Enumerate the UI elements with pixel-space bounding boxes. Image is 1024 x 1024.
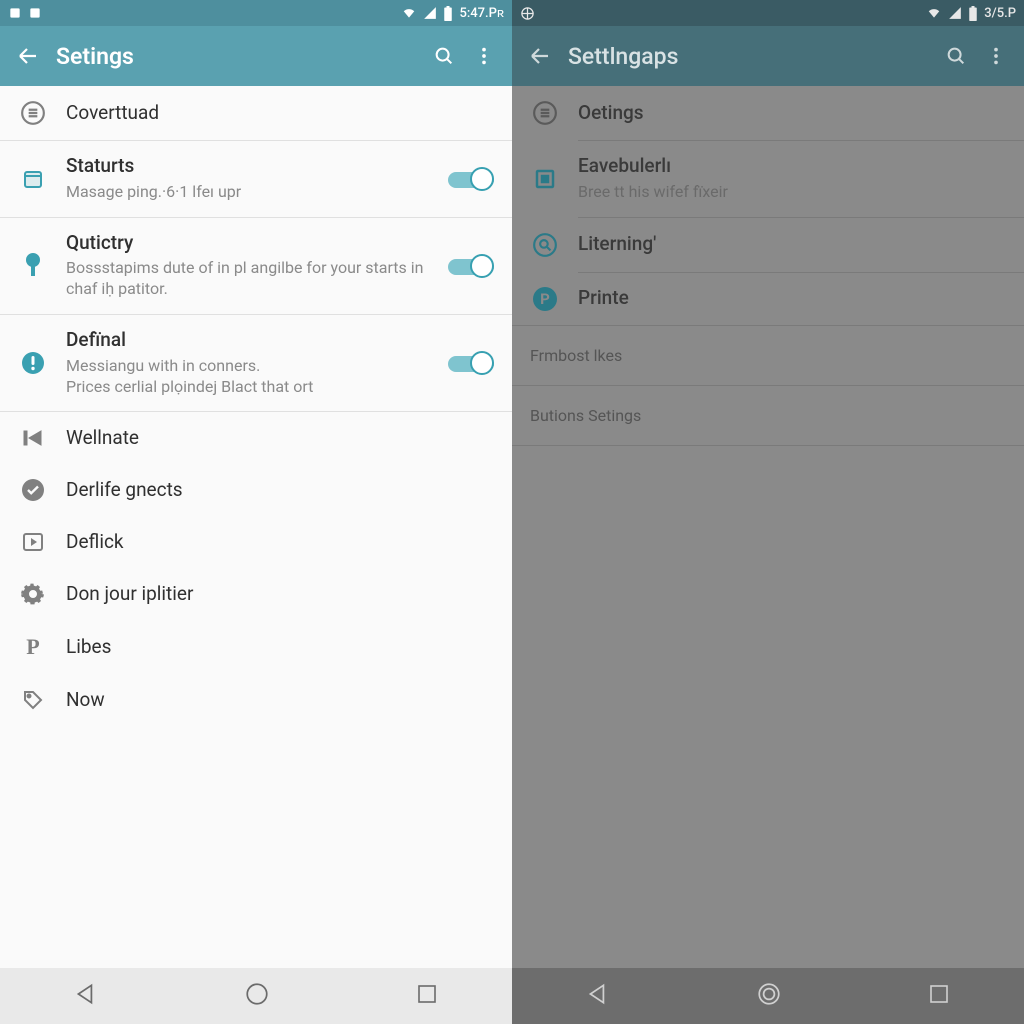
list-item[interactable]: Don jour iplitier [0,568,512,620]
item-title: Libes [66,636,494,659]
item-title: Eavebulerlı [578,155,1006,178]
item-title: Don jour iplitier [66,583,494,606]
item-title: Printe [578,287,1006,310]
settings-list: Coverttuad Staturts Masage ping.·6·1 lfe… [0,86,512,726]
check-circle-icon [21,478,45,502]
nav-back-icon [73,981,99,1007]
overflow-button[interactable] [464,36,504,76]
search-icon [945,45,967,67]
item-desc: Messiangu with in conners. Prices cerlia… [66,356,430,398]
item-title: Staturts [66,155,430,178]
item-title: Coverttuad [66,102,494,125]
nav-home[interactable] [756,981,782,1011]
item-title: Deflick [66,531,494,554]
item-title: Derlife gnects [66,479,494,502]
nav-bar [0,968,512,1024]
gear-icon [21,582,45,606]
list-item[interactable]: Deflick [0,516,512,568]
list-circle-icon [20,100,46,126]
status-time: 3/5.P [984,6,1016,21]
list-item[interactable]: Qutictry Bossstapims dute of in pl angil… [0,218,512,314]
status-time: 5:47.Pʀ [459,5,504,21]
notif-icon-2 [28,6,42,20]
appbar-title: Settlngaps [560,43,936,70]
status-bar: 3/5.P [512,0,1024,26]
list-circle-icon [532,100,558,126]
nav-back[interactable] [585,981,611,1011]
signal-icon [948,6,962,20]
nav-home[interactable] [244,981,270,1011]
nav-home-icon [244,981,270,1007]
signal-icon [423,6,437,20]
item-desc: Masage ping.·6·1 lfeı upr [66,182,430,203]
square-icon [533,167,557,191]
app-bar: Setings [0,26,512,86]
app-bar: Settlngaps [512,26,1024,86]
phone-left: 5:47.Pʀ Setings Coverttuad [0,0,512,1024]
list-item[interactable]: P Libes [0,620,512,674]
list-item[interactable]: Now [0,674,512,726]
toggle-switch[interactable] [448,167,494,191]
notif-icon [520,6,535,21]
item-title: Literning' [578,233,1006,256]
alert-circle-icon [21,351,45,375]
item-title: Qutictry [66,232,430,255]
phone-right: 3/5.P Settlngaps Oetings [512,0,1024,1024]
list-item[interactable]: Staturts Masage ping.·6·1 lfeı upr [0,141,512,217]
search-circle-icon [532,232,558,258]
notif-icon [8,6,22,20]
nav-back[interactable] [73,981,99,1011]
item-desc: Bree tt his wifef fïxeir [578,182,1006,203]
calendar-icon [21,167,45,191]
wifi-icon [926,6,942,20]
list-item[interactable]: Coverttuad [0,86,512,140]
section-header: Frmbost lkes [512,326,1024,385]
item-desc: Bossstapims dute of in pl angilbe for yo… [66,258,430,300]
back-button[interactable] [8,36,48,76]
pin-icon [21,252,45,280]
nav-recents[interactable] [415,982,439,1010]
search-button[interactable] [424,36,464,76]
back-icon [528,44,552,68]
list-item[interactable]: Eavebulerlı Bree tt his wifef fïxeir [512,141,1024,217]
letter-p-filled-icon: P [533,287,557,311]
nav-recents-icon [415,982,439,1006]
play-box-icon [21,530,45,554]
nav-bar [512,968,1024,1024]
tag-icon [21,688,45,712]
battery-icon [968,6,978,21]
search-button[interactable] [936,36,976,76]
settings-list: Oetings Eavebulerlı Bree tt his wifef fï… [512,86,1024,446]
list-item[interactable]: Oetings [512,86,1024,140]
divider [512,445,1024,446]
skip-back-icon [21,426,45,450]
nav-recents[interactable] [927,982,951,1010]
item-title: Wellnate [66,427,494,450]
more-vert-icon [473,45,495,67]
battery-icon [443,6,453,21]
section-header: Butions Setings [512,386,1024,445]
appbar-title: Setings [48,43,424,70]
overflow-button[interactable] [976,36,1016,76]
item-title: Oetings [578,102,1006,125]
status-bar: 5:47.Pʀ [0,0,512,26]
search-icon [433,45,455,67]
list-item[interactable]: Defïnal Messiangu with in conners. Price… [0,315,512,411]
item-title: Now [66,689,494,712]
list-item[interactable]: Derlife gnects [0,464,512,516]
list-item[interactable]: Literning' [512,218,1024,272]
more-vert-icon [985,45,1007,67]
toggle-switch[interactable] [448,351,494,375]
back-icon [16,44,40,68]
back-button[interactable] [520,36,560,76]
item-title: Defïnal [66,329,430,352]
toggle-switch[interactable] [448,254,494,278]
nav-recents-icon [927,982,951,1006]
list-item[interactable]: P Printe [512,273,1024,325]
wifi-icon [401,6,417,20]
nav-home-icon [756,981,782,1007]
nav-back-icon [585,981,611,1007]
list-item[interactable]: Wellnate [0,412,512,464]
letter-p-icon: P [26,634,39,660]
